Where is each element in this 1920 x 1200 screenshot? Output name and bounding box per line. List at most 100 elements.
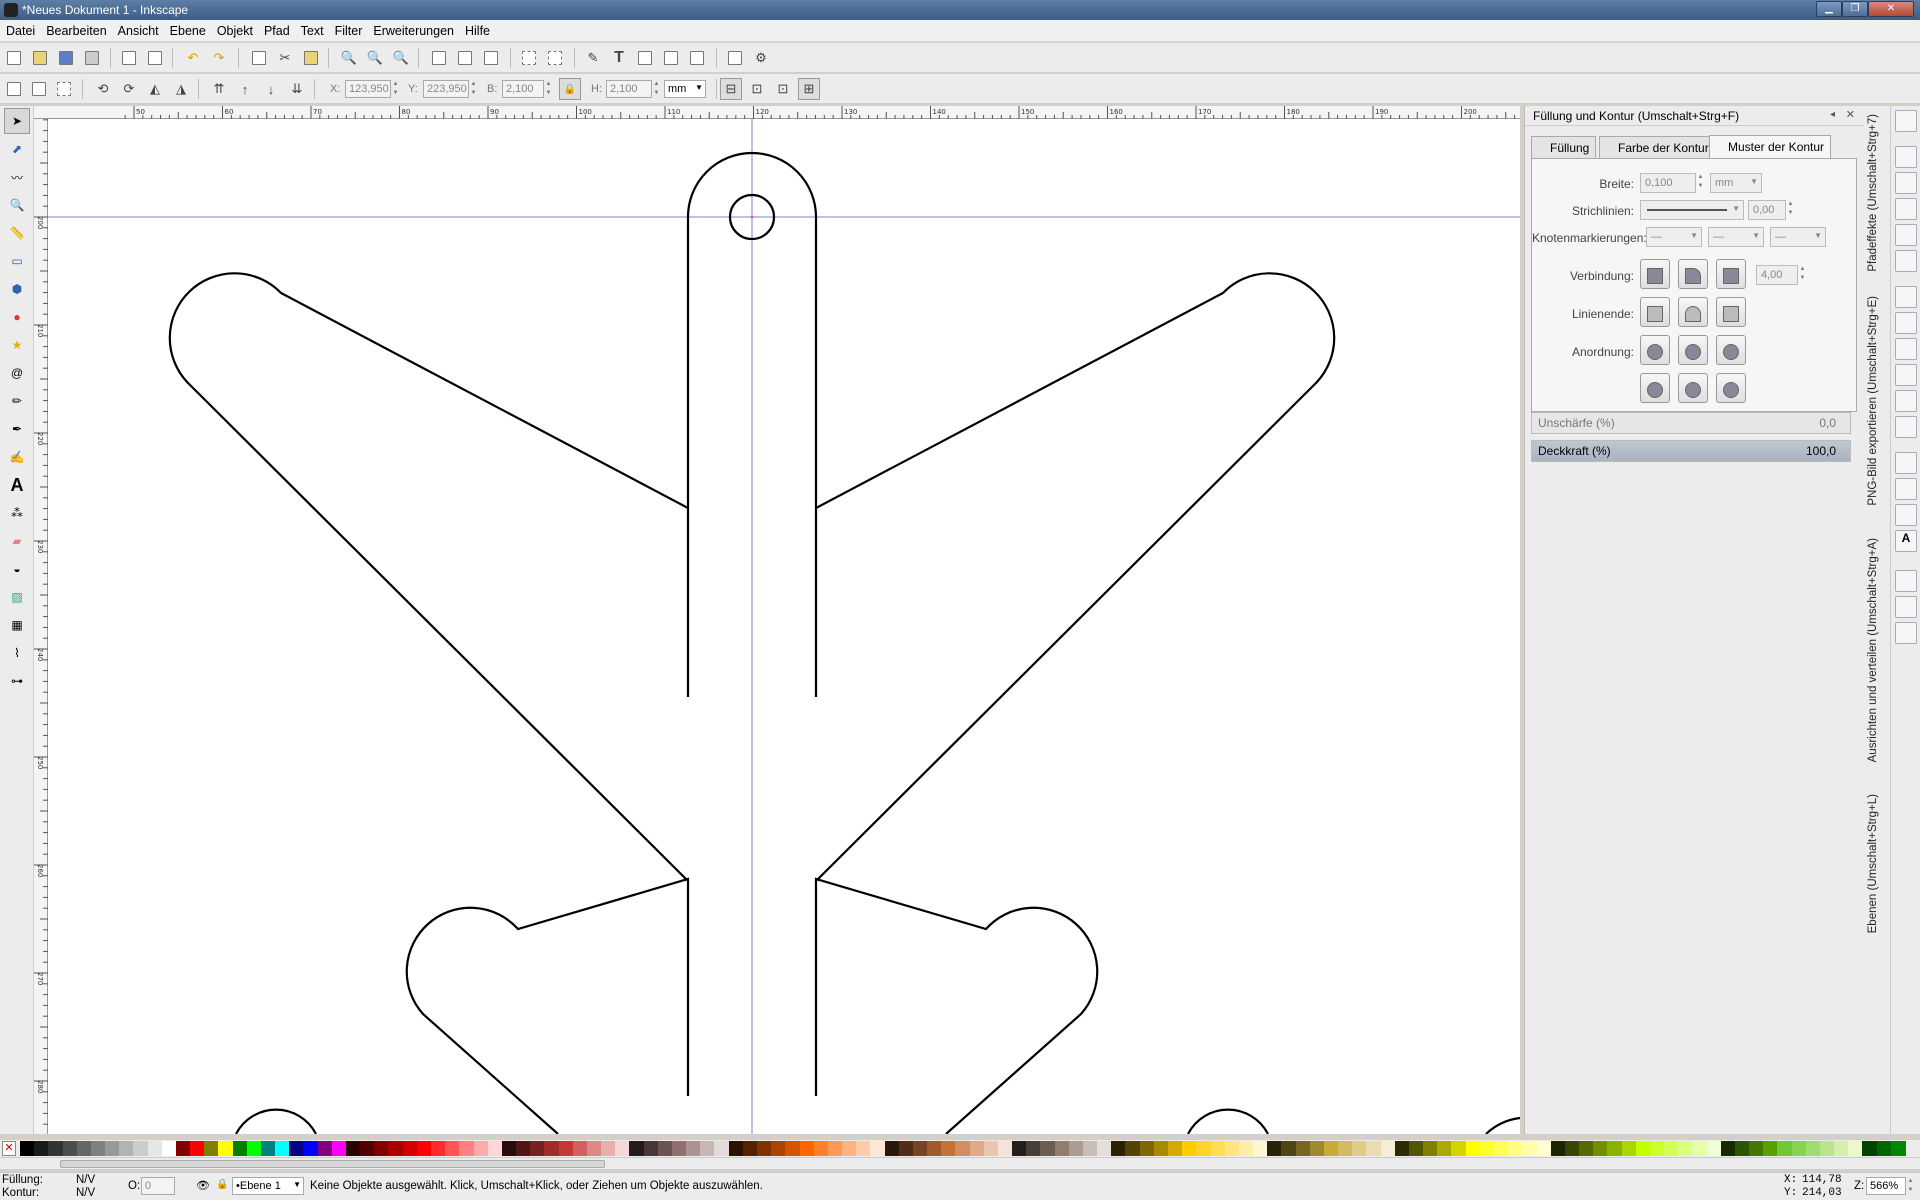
text-font-icon[interactable]: T xyxy=(608,47,630,69)
zoom-selection-icon[interactable]: 🔍 xyxy=(338,47,360,69)
color-swatch[interactable] xyxy=(1451,1141,1467,1156)
height-spin-arrows[interactable]: ▲ ▼ xyxy=(652,80,661,98)
pencil-tool-icon[interactable]: ✏ xyxy=(4,388,30,414)
redo-icon[interactable]: ↷ xyxy=(208,47,230,69)
color-swatch[interactable] xyxy=(1323,1141,1339,1156)
color-swatch[interactable] xyxy=(1111,1141,1127,1156)
color-swatch[interactable] xyxy=(1281,1141,1297,1156)
color-swatch[interactable] xyxy=(1862,1141,1878,1156)
flip-vertical-icon[interactable]: ◮ xyxy=(170,78,192,100)
snap-smooth-nodes-icon[interactable] xyxy=(1895,390,1917,412)
butt-cap-button[interactable] xyxy=(1640,297,1670,327)
dash-offset-spin[interactable]: ▲ ▼ xyxy=(1786,200,1795,218)
mesh-tool-icon[interactable]: ▦ xyxy=(4,612,30,638)
color-swatch[interactable] xyxy=(1621,1141,1637,1156)
clone-icon[interactable] xyxy=(454,47,476,69)
mid-marker-select[interactable]: — ▼ xyxy=(1708,227,1764,247)
color-swatch[interactable] xyxy=(1309,1141,1325,1156)
snap-text-baseline-icon[interactable]: A xyxy=(1895,530,1917,552)
bevel-join-button[interactable] xyxy=(1716,259,1746,289)
dock-tab-path-effects[interactable]: Pfadeffekte (Umschalt+Strg+7) xyxy=(1867,114,1879,272)
stroke-indicator-value[interactable]: N/V xyxy=(76,1187,95,1199)
color-swatch[interactable] xyxy=(1890,1141,1906,1156)
color-swatch[interactable] xyxy=(1593,1141,1609,1156)
snap-page-border-icon[interactable] xyxy=(1895,570,1917,592)
save-icon[interactable] xyxy=(55,47,77,69)
y-spin-arrows[interactable]: ▲ ▼ xyxy=(469,80,478,98)
width-input[interactable]: 2,100 xyxy=(502,80,544,98)
lower-icon[interactable]: ↓ xyxy=(260,78,282,100)
color-swatch[interactable] xyxy=(586,1141,602,1156)
color-swatch[interactable] xyxy=(501,1141,517,1156)
color-swatch[interactable] xyxy=(799,1141,815,1156)
color-swatch[interactable] xyxy=(1649,1141,1665,1156)
dock-tab-align-distribute[interactable]: Ausrichten und verteilen (Umschalt+Strg+… xyxy=(1867,538,1879,762)
new-document-icon[interactable] xyxy=(3,47,25,69)
color-swatch[interactable] xyxy=(317,1141,333,1156)
color-swatch[interactable] xyxy=(544,1141,560,1156)
height-input[interactable]: 2,100 xyxy=(606,80,652,98)
scale-stroke-icon[interactable]: ⊟ xyxy=(720,78,742,100)
color-swatch[interactable] xyxy=(175,1141,191,1156)
color-swatch[interactable] xyxy=(1805,1141,1821,1156)
deselect-icon[interactable] xyxy=(53,78,75,100)
zoom-tool-icon[interactable]: 🔍 xyxy=(4,192,30,218)
bucket-fill-tool-icon[interactable]: ◒ xyxy=(4,556,30,582)
ungroup-icon[interactable] xyxy=(544,47,566,69)
snap-nodes-icon[interactable] xyxy=(1895,286,1917,308)
lower-left-branch[interactable] xyxy=(405,877,690,1134)
rotate-cw-icon[interactable]: ⟳ xyxy=(118,78,140,100)
x-spin-arrows[interactable]: ▲ ▼ xyxy=(391,80,400,98)
snap-enable-icon[interactable] xyxy=(1895,110,1917,132)
color-swatch[interactable] xyxy=(388,1141,404,1156)
color-swatch[interactable] xyxy=(1352,1141,1368,1156)
dock-tab-png-export[interactable]: PNG-Bild exportieren (Umschalt+Strg+E) xyxy=(1867,296,1879,506)
color-swatch[interactable] xyxy=(657,1141,673,1156)
paste-icon[interactable] xyxy=(300,47,322,69)
dash-offset-input[interactable]: 0,00 xyxy=(1748,200,1786,220)
color-swatch[interactable] xyxy=(1408,1141,1424,1156)
color-swatch[interactable] xyxy=(289,1141,305,1156)
color-swatch[interactable] xyxy=(1848,1141,1864,1156)
color-swatch[interactable] xyxy=(232,1141,248,1156)
horizontal-scrollbar[interactable] xyxy=(0,1157,1920,1169)
selector-tool-icon[interactable]: ➤ xyxy=(4,108,30,134)
color-swatch[interactable] xyxy=(1437,1141,1453,1156)
node-tool-icon[interactable]: ⬈ xyxy=(4,136,30,162)
order-markers-stroke-fill-button[interactable] xyxy=(1716,373,1746,403)
color-swatch[interactable] xyxy=(62,1141,78,1156)
stroke-width-spin[interactable]: ▲ ▼ xyxy=(1696,173,1705,191)
color-swatch[interactable] xyxy=(1678,1141,1694,1156)
color-swatch[interactable] xyxy=(331,1141,347,1156)
color-swatch[interactable] xyxy=(1692,1141,1708,1156)
lock-ratio-icon[interactable]: 🔒 xyxy=(559,78,581,100)
color-swatch[interactable] xyxy=(1876,1141,1892,1156)
zoom-page-icon[interactable]: 🔍 xyxy=(390,47,412,69)
color-swatch[interactable] xyxy=(516,1141,532,1156)
pen-tool-icon[interactable]: ✒ xyxy=(4,416,30,442)
order-stroke-fill-markers-button[interactable] xyxy=(1678,335,1708,365)
color-swatch[interactable] xyxy=(1026,1141,1042,1156)
lower-right-branch[interactable] xyxy=(814,877,1099,1134)
layers-icon[interactable] xyxy=(634,47,656,69)
calligraphy-tool-icon[interactable]: ✍ xyxy=(4,444,30,470)
tab-stroke-style[interactable]: Muster der Kontur xyxy=(1709,135,1832,158)
color-swatch[interactable] xyxy=(1791,1141,1807,1156)
snap-bbox-center-icon[interactable] xyxy=(1895,250,1917,272)
color-swatch[interactable] xyxy=(260,1141,276,1156)
color-swatch[interactable] xyxy=(728,1141,744,1156)
close-window-button[interactable]: ✕ xyxy=(1868,1,1914,17)
color-swatch[interactable] xyxy=(1224,1141,1240,1156)
open-folder-icon[interactable] xyxy=(29,47,51,69)
color-swatch[interactable] xyxy=(1082,1141,1098,1156)
color-swatch[interactable] xyxy=(629,1141,645,1156)
blur-slider[interactable]: Unschärfe (%) 0,0 xyxy=(1531,412,1851,434)
order-fill-markers-stroke-button[interactable] xyxy=(1716,335,1746,365)
move-gradients-icon[interactable]: ⊡ xyxy=(772,78,794,100)
snap-object-center-icon[interactable] xyxy=(1895,478,1917,500)
color-swatch[interactable] xyxy=(1607,1141,1623,1156)
drawing-canvas[interactable] xyxy=(48,119,1520,1134)
fill-indicator-value[interactable]: N/V xyxy=(76,1174,95,1186)
copy-icon[interactable] xyxy=(248,47,270,69)
color-swatch[interactable] xyxy=(374,1141,390,1156)
